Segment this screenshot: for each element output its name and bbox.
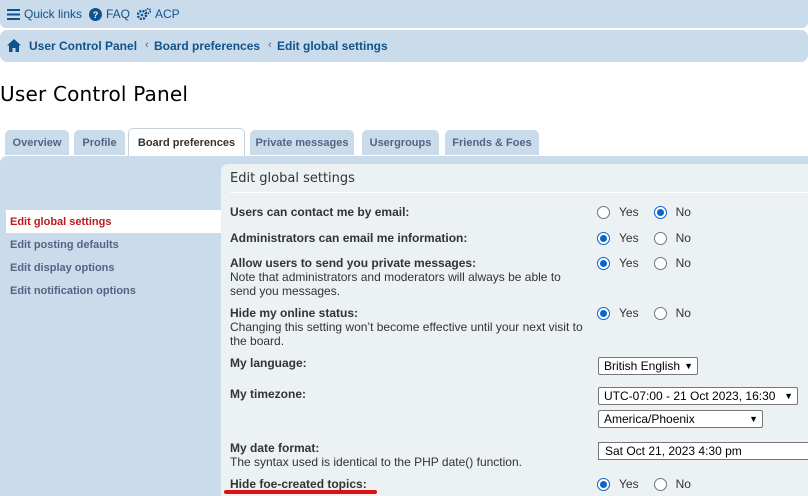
chevron-down-icon: ▼: [749, 414, 758, 424]
tab-board-preferences[interactable]: Board preferences: [128, 128, 245, 156]
quick-links-menu[interactable]: Quick links: [7, 6, 82, 22]
question-circle-icon: ?: [89, 7, 102, 21]
yes-label: Yes: [619, 477, 639, 491]
yes-label: Yes: [619, 231, 639, 245]
yes-label: Yes: [619, 205, 639, 219]
top-navbar: Quick links ? FAQ ACP: [0, 0, 808, 28]
menu-edit-notification-options[interactable]: Edit notification options: [6, 279, 221, 302]
acp-label: ACP: [155, 7, 180, 21]
setting-label: Allow users to send you private messages…: [230, 256, 477, 270]
hamburger-icon: [7, 8, 20, 20]
yes-label: Yes: [619, 306, 639, 320]
no-label: No: [675, 256, 691, 270]
setting-label: My date format:: [230, 441, 320, 455]
date-format-value: Sat Oct 21, 2023 4:30 pm: [605, 444, 742, 458]
breadcrumb-edit-global-settings[interactable]: Edit global settings: [277, 39, 388, 53]
breadcrumb-separator: ‹: [268, 39, 272, 51]
setting-label: Hide my online status:: [230, 306, 359, 320]
no-label: No: [675, 205, 691, 219]
acp-link[interactable]: ACP: [137, 6, 180, 22]
gears-icon: [137, 7, 151, 20]
quick-links-label: Quick links: [24, 7, 83, 21]
language-select[interactable]: British English ▼: [598, 357, 698, 375]
timezone-zone-value: America/Phoenix: [604, 412, 695, 426]
chevron-down-icon: ▼: [784, 391, 793, 401]
breadcrumb-board-preferences[interactable]: Board preferences: [154, 39, 260, 53]
setting-label: My language:: [230, 356, 307, 370]
private-messages-no-radio[interactable]: [653, 256, 667, 270]
date-format-input[interactable]: Sat Oct 21, 2023 4:30 pm: [598, 442, 808, 460]
timezone-value: UTC-07:00 - 21 Oct 2023, 16:30: [604, 389, 776, 403]
timezone-zone-select[interactable]: America/Phoenix ▼: [598, 410, 763, 428]
breadcrumb-separator: ‹: [145, 39, 149, 51]
language-value: British English: [604, 359, 681, 373]
setting-note-suffix: function.: [476, 455, 522, 469]
setting-label: My timezone:: [230, 387, 307, 401]
breadcrumb-ucp[interactable]: User Control Panel: [29, 39, 137, 53]
private-messages-yes-radio[interactable]: [597, 256, 610, 270]
section-title: Edit global settings: [230, 171, 355, 186]
menu-edit-global-settings[interactable]: Edit global settings: [6, 210, 221, 233]
hide-foe-no-radio[interactable]: [653, 477, 667, 491]
admin-email-yes-radio[interactable]: [597, 231, 610, 245]
contact-email-yes-radio[interactable]: [597, 205, 610, 219]
divider: [230, 192, 808, 193]
contact-email-no-radio[interactable]: [653, 205, 667, 219]
setting-label: Hide foe-created topics:: [230, 477, 367, 491]
yes-label: Yes: [619, 256, 639, 270]
hide-online-yes-radio[interactable]: [597, 306, 610, 320]
svg-text:?: ?: [93, 10, 99, 20]
tab-profile[interactable]: Profile: [74, 130, 125, 155]
home-icon[interactable]: [7, 39, 21, 52]
setting-note: Changing this setting won’t become effec…: [230, 320, 583, 348]
php-date-link[interactable]: date(): [442, 455, 473, 469]
admin-email-no-radio[interactable]: [653, 231, 667, 245]
menu-edit-display-options[interactable]: Edit display options: [6, 256, 221, 279]
menu-edit-posting-defaults[interactable]: Edit posting defaults: [6, 233, 221, 256]
breadcrumb: User Control Panel ‹ Board preferences ‹…: [0, 30, 808, 62]
hide-foe-yes-radio[interactable]: [597, 477, 610, 491]
ucp-side-menu: Edit global settings Edit posting defaul…: [6, 210, 221, 302]
hide-online-no-radio[interactable]: [653, 306, 667, 320]
no-label: No: [675, 306, 691, 320]
tab-friends-foes[interactable]: Friends & Foes: [445, 130, 539, 155]
setting-label: Users can contact me by email:: [230, 205, 410, 219]
faq-label: FAQ: [106, 7, 131, 21]
faq-link[interactable]: ? FAQ: [89, 6, 130, 22]
tab-overview[interactable]: Overview: [5, 130, 69, 155]
timezone-date-select[interactable]: UTC-07:00 - 21 Oct 2023, 16:30 ▼: [598, 387, 798, 405]
setting-label: Administrators can email me information:: [230, 231, 468, 245]
tab-usergroups[interactable]: Usergroups: [362, 130, 439, 155]
highlight-underline: [224, 490, 377, 494]
settings-panel: Edit global settings Users can contact m…: [221, 164, 808, 496]
tab-private-messages[interactable]: Private messages: [250, 130, 354, 155]
page-title: User Control Panel: [0, 82, 189, 106]
no-label: No: [675, 231, 691, 245]
setting-note: The syntax used is identical to the PHP: [230, 455, 439, 469]
chevron-down-icon: ▼: [684, 361, 693, 371]
no-label: No: [675, 477, 691, 491]
setting-note: Note that administrators and moderators …: [230, 270, 561, 298]
